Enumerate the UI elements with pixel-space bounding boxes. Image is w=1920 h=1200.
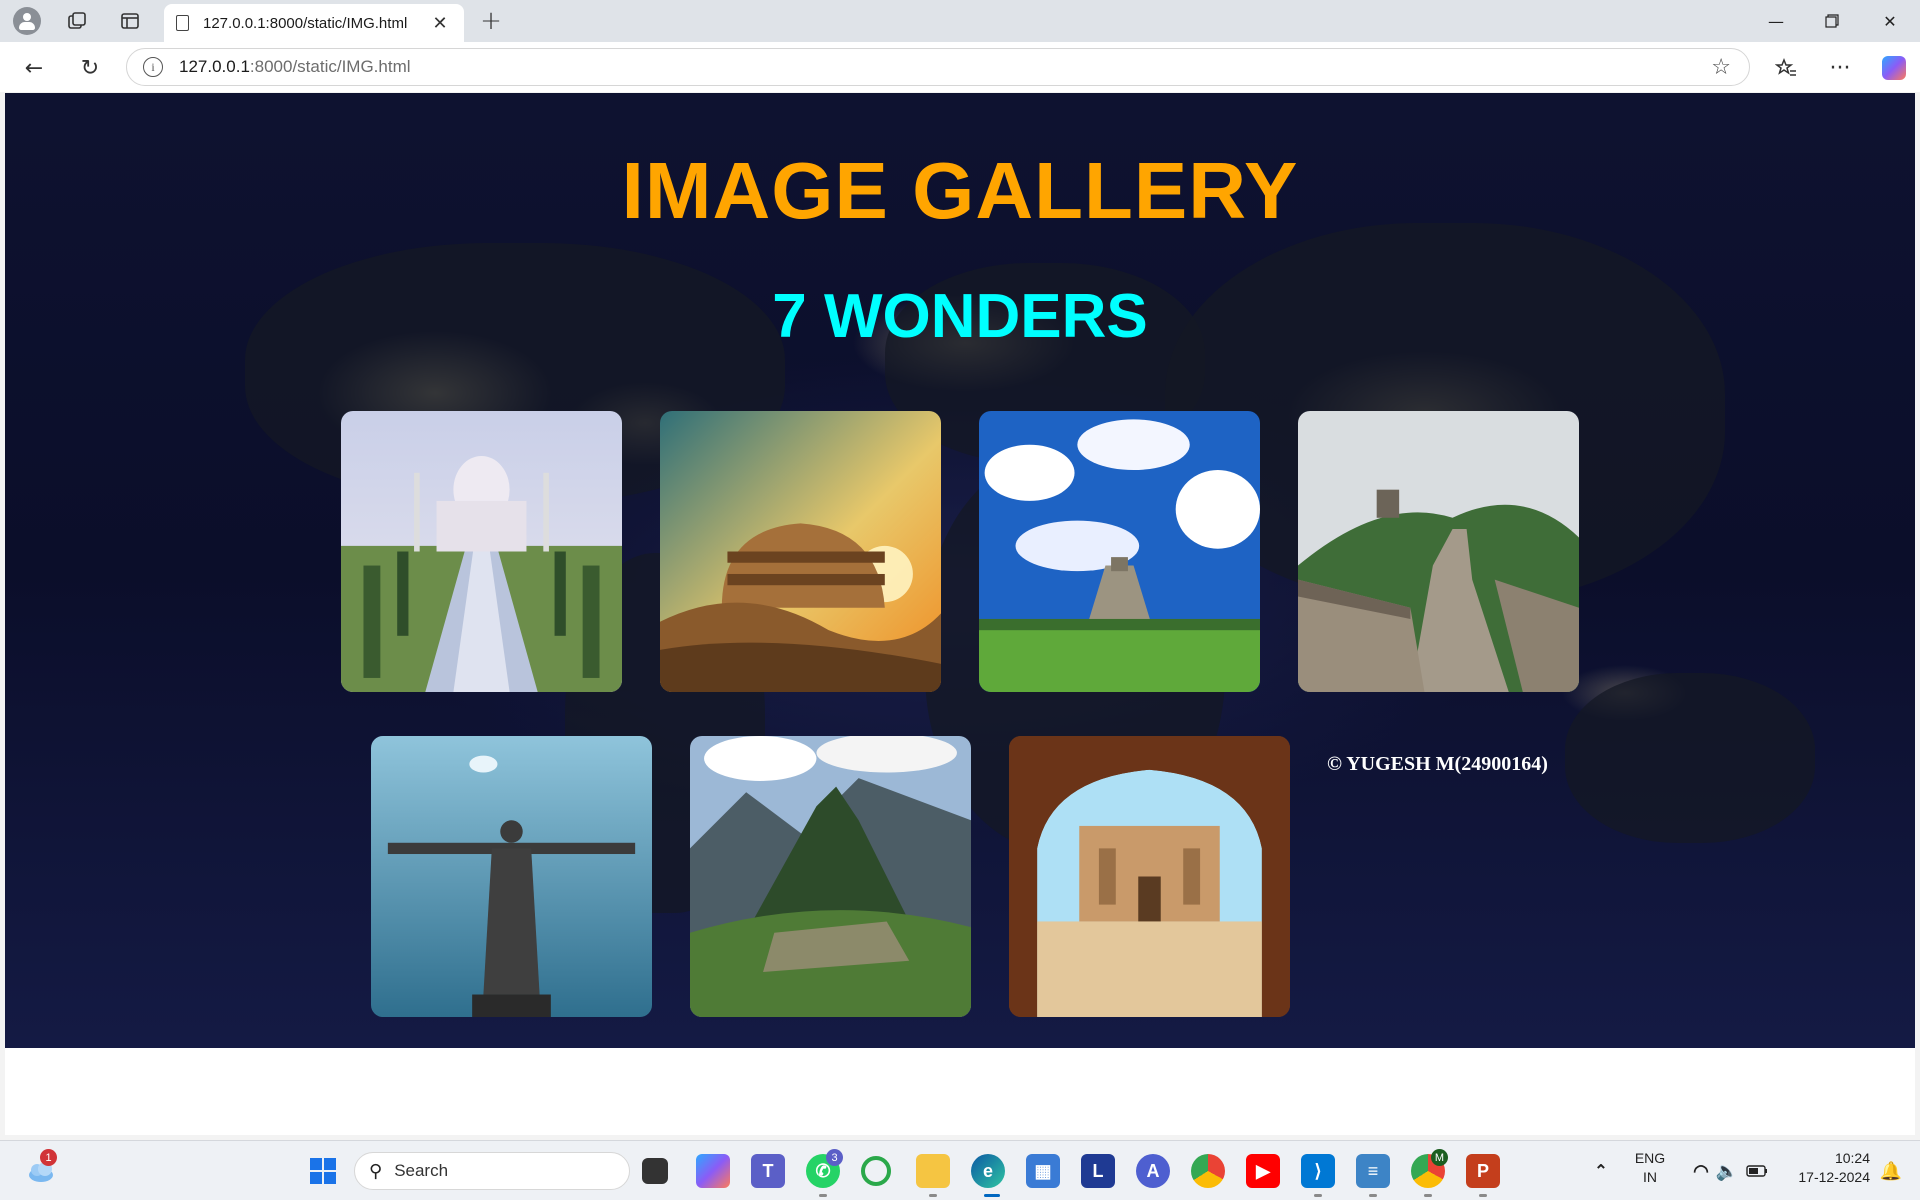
- petra-image[interactable]: [1009, 736, 1290, 1017]
- vscode-icon[interactable]: ⟩: [1301, 1154, 1335, 1188]
- running-indicator: [819, 1194, 827, 1197]
- powerpoint-icon[interactable]: P: [1466, 1154, 1500, 1188]
- start-icon[interactable]: [306, 1154, 340, 1188]
- chichen-itza-image[interactable]: [979, 411, 1260, 692]
- search-label: Search: [394, 1161, 449, 1180]
- page-subtitle: 7 WONDERS: [772, 282, 1148, 351]
- notepad-icon[interactable]: ≡: [1356, 1154, 1390, 1188]
- a-app-icon[interactable]: A: [1136, 1154, 1170, 1188]
- tab-title: 127.0.0.1:8000/static/IMG.html: [203, 14, 408, 32]
- world-map-background: IMAGE GALLERY 7 WONDERS © YUGESH M(24900…: [5, 93, 1915, 1048]
- language-line2[interactable]: IN: [1628, 1169, 1672, 1185]
- copilot-icon[interactable]: [1880, 54, 1908, 82]
- edge-icon[interactable]: e: [971, 1154, 1005, 1188]
- taskbar-search[interactable]: ⚲ Search: [354, 1152, 630, 1190]
- windows-taskbar: 1 ⚲ Search T ✆ 3 e ▦ L A ▶ ⟩ ≡ M P ⌃ ENG…: [0, 1140, 1920, 1200]
- weather-badge: 1: [40, 1149, 57, 1166]
- refresh-icon[interactable]: ↻: [76, 54, 104, 82]
- whatsapp-badge: 3: [826, 1149, 843, 1166]
- url-host: 127.0.0.1: [179, 57, 250, 76]
- language-line1[interactable]: ENG: [1628, 1150, 1672, 1166]
- volume-icon[interactable]: 🔈: [1710, 1154, 1744, 1188]
- running-indicator: [1314, 1194, 1322, 1197]
- back-icon[interactable]: ←: [20, 54, 48, 82]
- running-indicator: [1369, 1194, 1377, 1197]
- address-toolbar: ← ↻ i 127.0.0.1:8000/static/IMG.html ☆ ·…: [0, 42, 1920, 92]
- url-path: :8000/static/IMG.html: [249, 57, 411, 76]
- refresh-app-icon[interactable]: [861, 1156, 891, 1186]
- running-indicator: [1479, 1194, 1487, 1197]
- active-indicator: [984, 1194, 1000, 1197]
- minimize-icon[interactable]: —: [1748, 0, 1804, 42]
- chrome-profile-badge: M: [1431, 1149, 1448, 1166]
- machu-picchu-image[interactable]: [690, 736, 971, 1017]
- show-hidden-icons-icon[interactable]: ⌃: [1584, 1154, 1618, 1188]
- christ-the-redeemer-image[interactable]: [371, 736, 652, 1017]
- new-tab-icon[interactable]: +: [478, 6, 504, 36]
- copyright-text: © YUGESH M(24900164): [1327, 753, 1548, 775]
- australia-shape: [1565, 673, 1815, 843]
- close-window-icon[interactable]: ✕: [1862, 0, 1918, 42]
- store-icon[interactable]: ▦: [1026, 1154, 1060, 1188]
- chrome-icon[interactable]: [1191, 1154, 1225, 1188]
- close-tab-icon[interactable]: ✕: [428, 13, 452, 34]
- tab-active[interactable]: 127.0.0.1:8000/static/IMG.html ✕: [164, 4, 464, 42]
- restore-icon[interactable]: [1804, 0, 1860, 42]
- copilot-taskbar-icon[interactable]: [696, 1154, 730, 1188]
- youtube-icon[interactable]: ▶: [1246, 1154, 1280, 1188]
- favorite-star-icon[interactable]: ☆: [1711, 55, 1731, 80]
- clock-date[interactable]: 17-12-2024: [1770, 1169, 1870, 1185]
- battery-icon[interactable]: [1740, 1154, 1774, 1188]
- favorites-icon[interactable]: [1772, 54, 1800, 82]
- clock-time[interactable]: 10:24: [1780, 1150, 1870, 1166]
- page-title: IMAGE GALLERY: [621, 146, 1299, 235]
- notification-bell-icon[interactable]: 🔔: [1874, 1154, 1908, 1188]
- site-info-icon[interactable]: i: [143, 57, 163, 77]
- profile-icon[interactable]: [13, 7, 41, 35]
- page-viewport: IMAGE GALLERY 7 WONDERS © YUGESH M(24900…: [5, 93, 1915, 1135]
- page-icon: [176, 15, 189, 31]
- address-bar[interactable]: i 127.0.0.1:8000/static/IMG.html ☆: [126, 48, 1750, 86]
- running-indicator: [929, 1194, 937, 1197]
- running-indicator: [1424, 1194, 1432, 1197]
- vertical-tabs-icon[interactable]: [117, 8, 143, 34]
- browser-tabbar: 127.0.0.1:8000/static/IMG.html ✕ + — ✕: [0, 0, 1920, 42]
- colosseum-image[interactable]: [660, 411, 941, 692]
- l-app-icon[interactable]: L: [1081, 1154, 1115, 1188]
- task-view-icon[interactable]: [642, 1158, 668, 1184]
- workspaces-icon[interactable]: [64, 8, 90, 34]
- great-wall-image[interactable]: [1298, 411, 1579, 692]
- search-icon: ⚲: [369, 1160, 383, 1182]
- file-explorer-icon[interactable]: [916, 1154, 950, 1188]
- more-menu-icon[interactable]: ···: [1826, 54, 1854, 82]
- teams-icon[interactable]: T: [751, 1154, 785, 1188]
- taj-mahal-image[interactable]: [341, 411, 622, 692]
